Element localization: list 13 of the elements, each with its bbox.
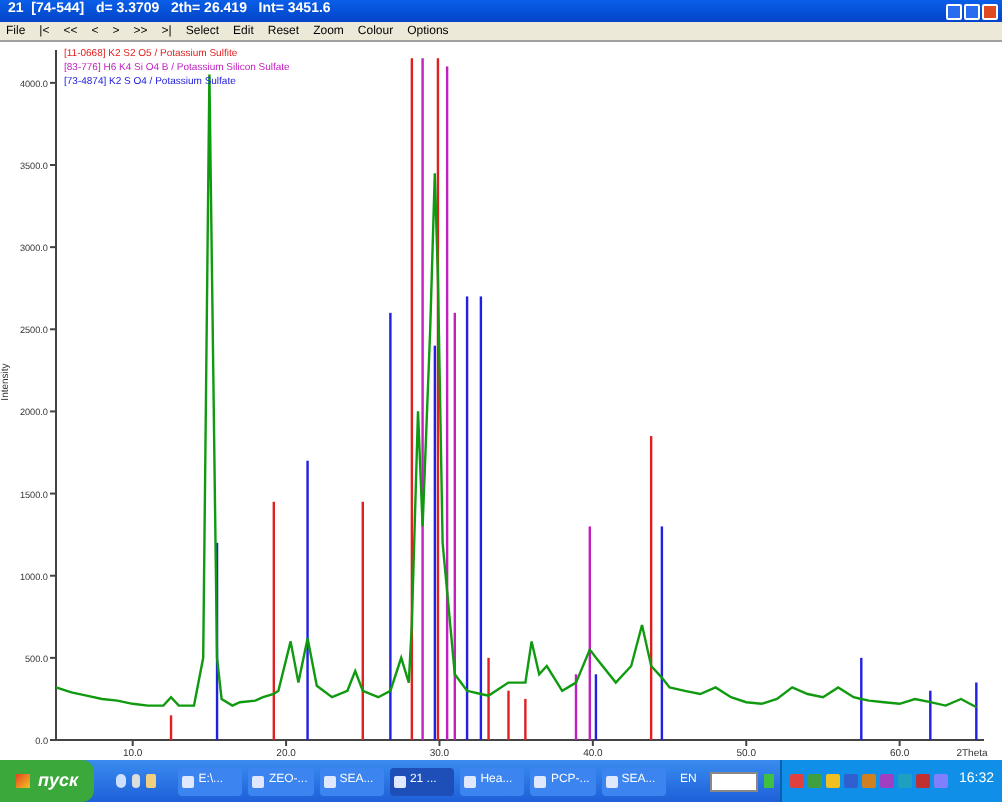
app-icon: [252, 775, 265, 787]
app-icon: [393, 775, 406, 787]
app-icon: [464, 775, 477, 787]
toolbar-field: [710, 771, 758, 791]
minimize-button[interactable]: [946, 3, 962, 19]
maximize-button[interactable]: [964, 3, 980, 19]
app-icon[interactable]: [763, 774, 773, 788]
app-icon: [323, 775, 336, 787]
app-icon: [605, 775, 618, 787]
app-icon: [182, 775, 195, 787]
close-button[interactable]: [982, 3, 998, 19]
windows-logo-icon: [16, 774, 30, 788]
app-icon: [534, 775, 547, 787]
